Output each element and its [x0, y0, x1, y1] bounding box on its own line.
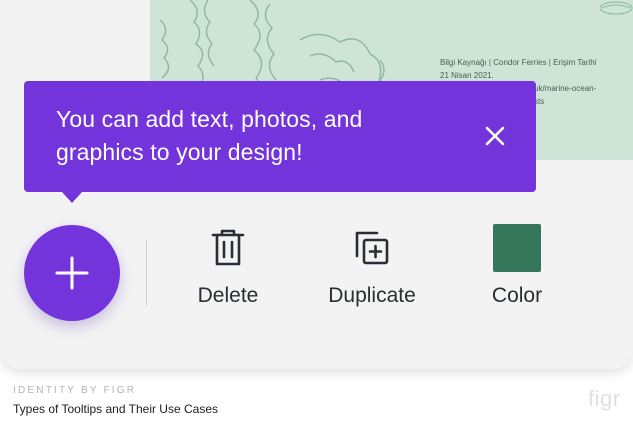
watermark-logo: figr — [588, 386, 621, 411]
tooltip-line: You can add text, photos, and — [56, 106, 363, 132]
editor-panel: Bilgi Kaynağı | Condor Ferries | Erişim … — [0, 0, 633, 369]
figure-caption: Types of Tooltips and Their Use Cases — [13, 402, 218, 416]
tooltip-pointer — [62, 192, 82, 203]
citation-line: Bilgi Kaynağı | Condor Ferries | Erişim … — [440, 58, 597, 67]
brand-credit: IDENTITY BY FIGR — [13, 385, 137, 396]
add-element-button[interactable] — [24, 225, 120, 321]
tooltip-message: You can add text, photos, and graphics t… — [56, 103, 456, 169]
color-button[interactable]: Color — [474, 224, 560, 308]
duplicate-label: Duplicate — [328, 284, 416, 307]
color-swatch — [493, 224, 541, 272]
delete-label: Delete — [197, 284, 259, 307]
color-label: Color — [491, 284, 543, 307]
duplicate-button[interactable]: Duplicate — [312, 224, 432, 308]
onboarding-tooltip: You can add text, photos, and graphics t… — [24, 81, 536, 203]
trash-icon — [211, 229, 245, 266]
tooltip-line: graphics to your design! — [56, 139, 303, 165]
duplicate-icon — [355, 231, 389, 265]
plus-icon — [55, 256, 89, 290]
close-icon[interactable] — [484, 125, 506, 147]
delete-button[interactable]: Delete — [172, 224, 284, 308]
toolbar-divider — [146, 240, 147, 306]
